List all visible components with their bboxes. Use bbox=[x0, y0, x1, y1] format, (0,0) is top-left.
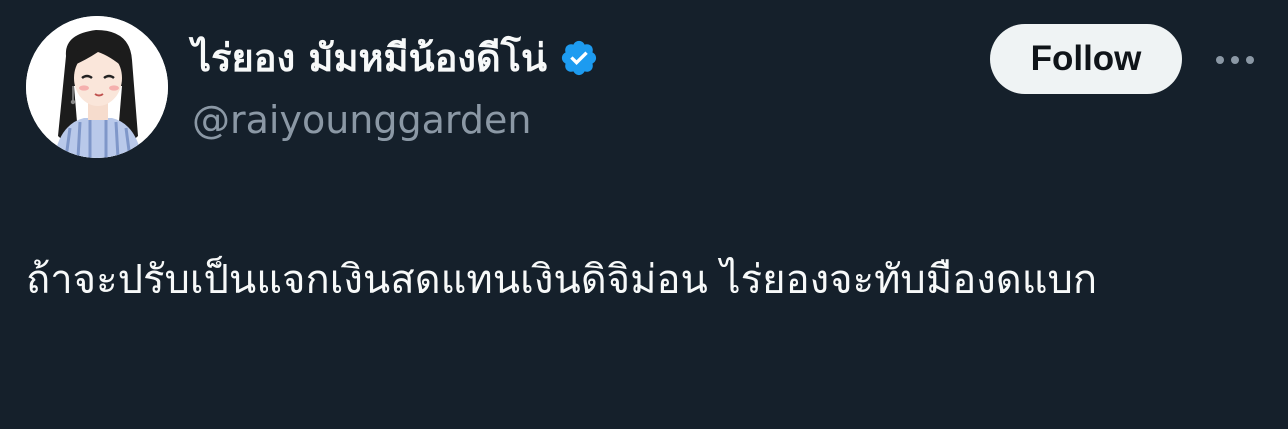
girl-avatar-illustration bbox=[26, 16, 168, 158]
author-name-row: ไร่ยอง มัมหมีน้องดีโน่ bbox=[192, 28, 599, 88]
author-display-name[interactable]: ไร่ยอง มัมหมีน้องดีโน่ bbox=[192, 28, 547, 88]
more-horizontal-icon[interactable] bbox=[1210, 40, 1260, 80]
tweet-card: ไร่ยอง มัมหมีน้องดีโน่ @raiyounggarden F… bbox=[0, 0, 1288, 429]
avatar[interactable] bbox=[26, 16, 168, 158]
author-handle[interactable]: @raiyounggarden bbox=[192, 94, 531, 146]
verified-badge-icon bbox=[559, 38, 599, 78]
tweet-text: ถ้าจะปรับเป็นแจกเงินสดแทนเงินดิจิม่อน ไร… bbox=[26, 257, 1098, 303]
follow-button[interactable]: Follow bbox=[990, 24, 1182, 94]
